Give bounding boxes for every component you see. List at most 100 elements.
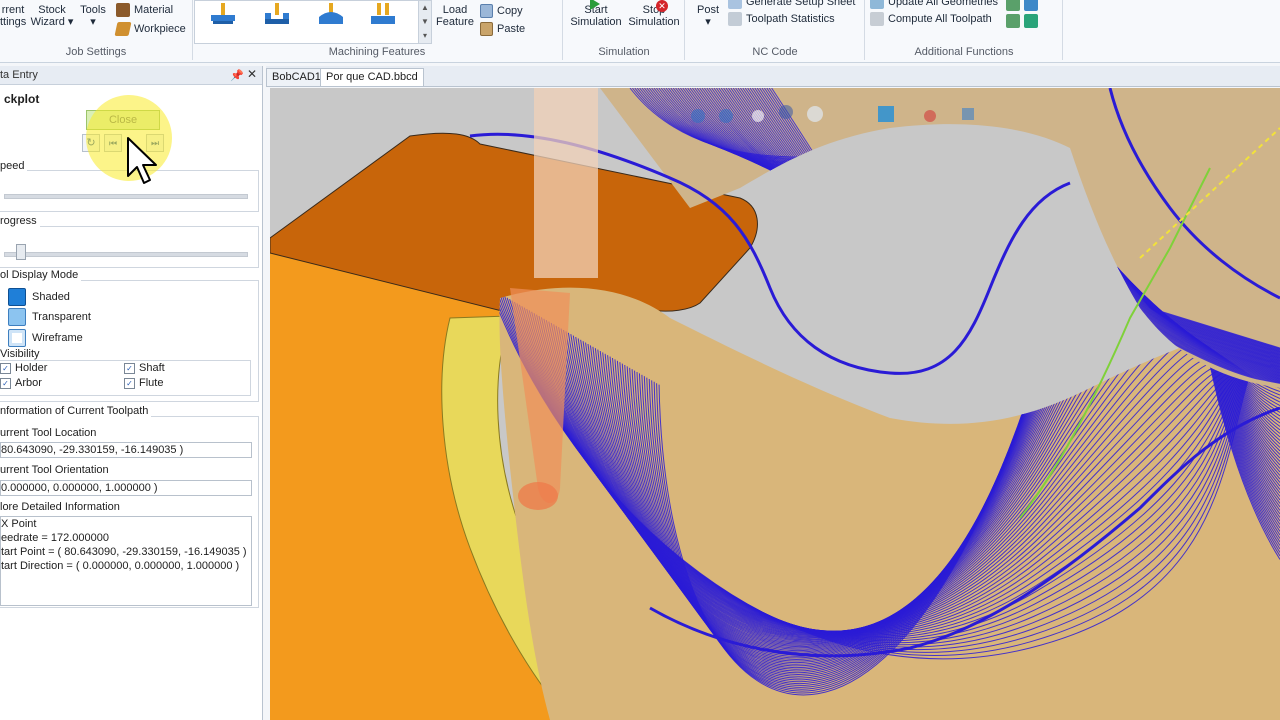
transparent-cube-icon xyxy=(8,308,26,326)
detail-box[interactable]: X Point eedrate = 172.000000 tart Point … xyxy=(0,516,252,606)
generate-setup-sheet-button[interactable]: Generate Setup Sheet xyxy=(728,0,855,9)
toolpath-tool-icon-3[interactable] xyxy=(1006,14,1020,28)
paste-icon xyxy=(480,22,493,36)
stop-simulation-icon: ✕ xyxy=(656,0,668,12)
compute-toolpath-icon xyxy=(870,12,884,26)
workpiece-label: Workpiece xyxy=(134,23,186,35)
step-forward-button[interactable]: ⏭ xyxy=(146,134,164,152)
feature-icon-2[interactable] xyxy=(263,3,291,25)
post-button[interactable]: Post ▾ xyxy=(690,4,726,28)
speed-slider[interactable] xyxy=(4,194,248,199)
additional-functions-label: Additional Functions xyxy=(914,46,1014,58)
feature-icon-1[interactable] xyxy=(209,3,237,25)
ribbon: rrent ttings Stock Wizard ▾ Tools ▾ Mate… xyxy=(0,0,1280,63)
nc-code-label: NC Code xyxy=(752,46,798,58)
update-all-geometries-label: Update All Geometries xyxy=(888,0,999,8)
compute-all-toolpath-label: Compute All Toolpath xyxy=(888,13,992,25)
tool-location-field[interactable]: 80.643090, -29.330159, -16.149035 ) xyxy=(0,442,252,458)
material-icon xyxy=(116,3,130,17)
toolpath-scene xyxy=(270,88,1280,720)
close-icon[interactable]: ✕ xyxy=(247,67,257,81)
toolpath-tool-icon-4[interactable] xyxy=(1024,14,1038,28)
mode-wireframe[interactable]: Wireframe xyxy=(8,329,83,347)
progress-thumb[interactable] xyxy=(15,244,26,260)
current-settings-button[interactable]: rrent ttings xyxy=(0,4,26,28)
progress-section xyxy=(0,226,259,268)
arbor-check: ✓ xyxy=(0,377,11,389)
start-simulation-button[interactable]: Start Simulation xyxy=(568,0,624,28)
tool-location-label: urrent Tool Location xyxy=(0,427,100,439)
panel-header: ta Entry 📌 ✕ xyxy=(0,66,262,85)
shaft-label: Shaft xyxy=(139,362,165,374)
arbor-checkbox[interactable]: ✓ Arbor xyxy=(0,377,42,389)
mode-shaded[interactable]: Shaded xyxy=(8,288,70,306)
detail-line-1: X Point xyxy=(1,518,37,530)
tools-button[interactable]: Tools ▾ xyxy=(78,4,108,28)
post-label: Post ▾ xyxy=(696,4,719,28)
tab-bobcad1[interactable]: BobCAD1 xyxy=(266,68,327,86)
compute-all-toolpath-button[interactable]: Compute All Toolpath xyxy=(870,12,992,26)
flute-checkbox[interactable]: ✓ Flute xyxy=(124,377,163,389)
toolpath-tool-icon-1[interactable] xyxy=(1006,0,1020,11)
gallery-scroll[interactable]: ▲ ▼ ▾ xyxy=(418,1,431,43)
close-button[interactable]: Close xyxy=(86,110,160,130)
feature-icon-4[interactable] xyxy=(369,3,397,25)
current-settings-label: rrent ttings xyxy=(0,4,27,28)
progress-label: rogress xyxy=(0,215,40,227)
data-entry-panel: ta Entry 📌 ✕ ckplot Close ↻ ⏮ ⏭ peed rog… xyxy=(0,66,263,720)
tab-por-que-cad[interactable]: Por que CAD.bbcd xyxy=(320,68,424,86)
pin-icon[interactable]: 📌 xyxy=(230,69,244,82)
update-all-geometries-button[interactable]: Update All Geometries xyxy=(870,0,998,9)
feature-icon-3[interactable] xyxy=(317,3,345,25)
tools-label: Tools ▾ xyxy=(80,4,106,28)
info-label: nformation of Current Toolpath xyxy=(0,405,152,417)
start-simulation-icon xyxy=(590,0,600,10)
rewind-button[interactable]: ↻ xyxy=(82,134,100,152)
speed-section xyxy=(0,170,259,212)
load-feature-button[interactable]: Load Feature xyxy=(434,4,476,28)
toolpath-tool-icon-2[interactable] xyxy=(1024,0,1038,11)
statistics-icon xyxy=(728,12,742,26)
update-geometries-icon xyxy=(870,0,884,9)
generate-setup-sheet-label: Generate Setup Sheet xyxy=(746,0,856,8)
step-back-button[interactable]: ⏮ xyxy=(104,134,122,152)
close-button-label: Close xyxy=(108,114,138,126)
display-mode-label: ol Display Mode xyxy=(0,269,82,281)
toolpath-statistics-label: Toolpath Statistics xyxy=(746,13,835,25)
tool-orientation-field[interactable]: 0.000000, 0.000000, 1.000000 ) xyxy=(0,480,252,496)
tool-shank xyxy=(534,88,598,278)
wireframe-cube-icon xyxy=(8,329,26,347)
stock-wizard-label: Stock Wizard ▾ xyxy=(30,4,74,28)
stop-simulation-label: Stop Simulation xyxy=(628,4,680,28)
progress-slider[interactable] xyxy=(4,252,248,257)
stop-simulation-button[interactable]: ✕ Stop Simulation xyxy=(626,0,682,28)
paste-button[interactable]: Paste xyxy=(480,22,525,36)
backplot-header: ckplot xyxy=(4,92,40,106)
paste-label: Paste xyxy=(497,23,526,35)
flute-label: Flute xyxy=(139,377,164,389)
tool-tip xyxy=(518,482,558,510)
feature-gallery[interactable]: ▲ ▼ ▾ xyxy=(194,0,432,44)
mode-wireframe-label: Wireframe xyxy=(32,332,83,344)
detail-line-2: eedrate = 172.000000 xyxy=(1,532,109,544)
flute-check: ✓ xyxy=(124,377,135,389)
shaded-cube-icon xyxy=(8,288,26,306)
detail-label: lore Detailed Information xyxy=(0,501,123,513)
speed-label: peed xyxy=(0,160,28,172)
3d-viewport[interactable] xyxy=(270,88,1280,720)
holder-checkbox[interactable]: ✓ Holder xyxy=(0,362,47,374)
toolpath-statistics-button[interactable]: Toolpath Statistics xyxy=(728,12,835,26)
job-settings-group: rrent ttings Stock Wizard ▾ Tools ▾ Mate… xyxy=(0,0,193,60)
shaft-checkbox[interactable]: ✓ Shaft xyxy=(124,362,165,374)
detail-line-3: tart Point = ( 80.643090, -29.330159, -1… xyxy=(1,546,247,558)
visibility-label: Visibility xyxy=(0,348,43,360)
stock-wizard-button[interactable]: Stock Wizard ▾ xyxy=(30,4,74,28)
machining-features-label: Machining Features xyxy=(328,46,426,58)
mode-transparent[interactable]: Transparent xyxy=(8,308,91,326)
panel-title: ta Entry xyxy=(0,69,38,81)
workpiece-icon xyxy=(114,22,132,36)
workpiece-button[interactable]: Workpiece xyxy=(114,22,186,36)
copy-button[interactable]: Copy xyxy=(480,4,523,18)
material-button[interactable]: Material xyxy=(116,3,173,17)
tool-orientation-label: urrent Tool Orientation xyxy=(0,464,112,476)
